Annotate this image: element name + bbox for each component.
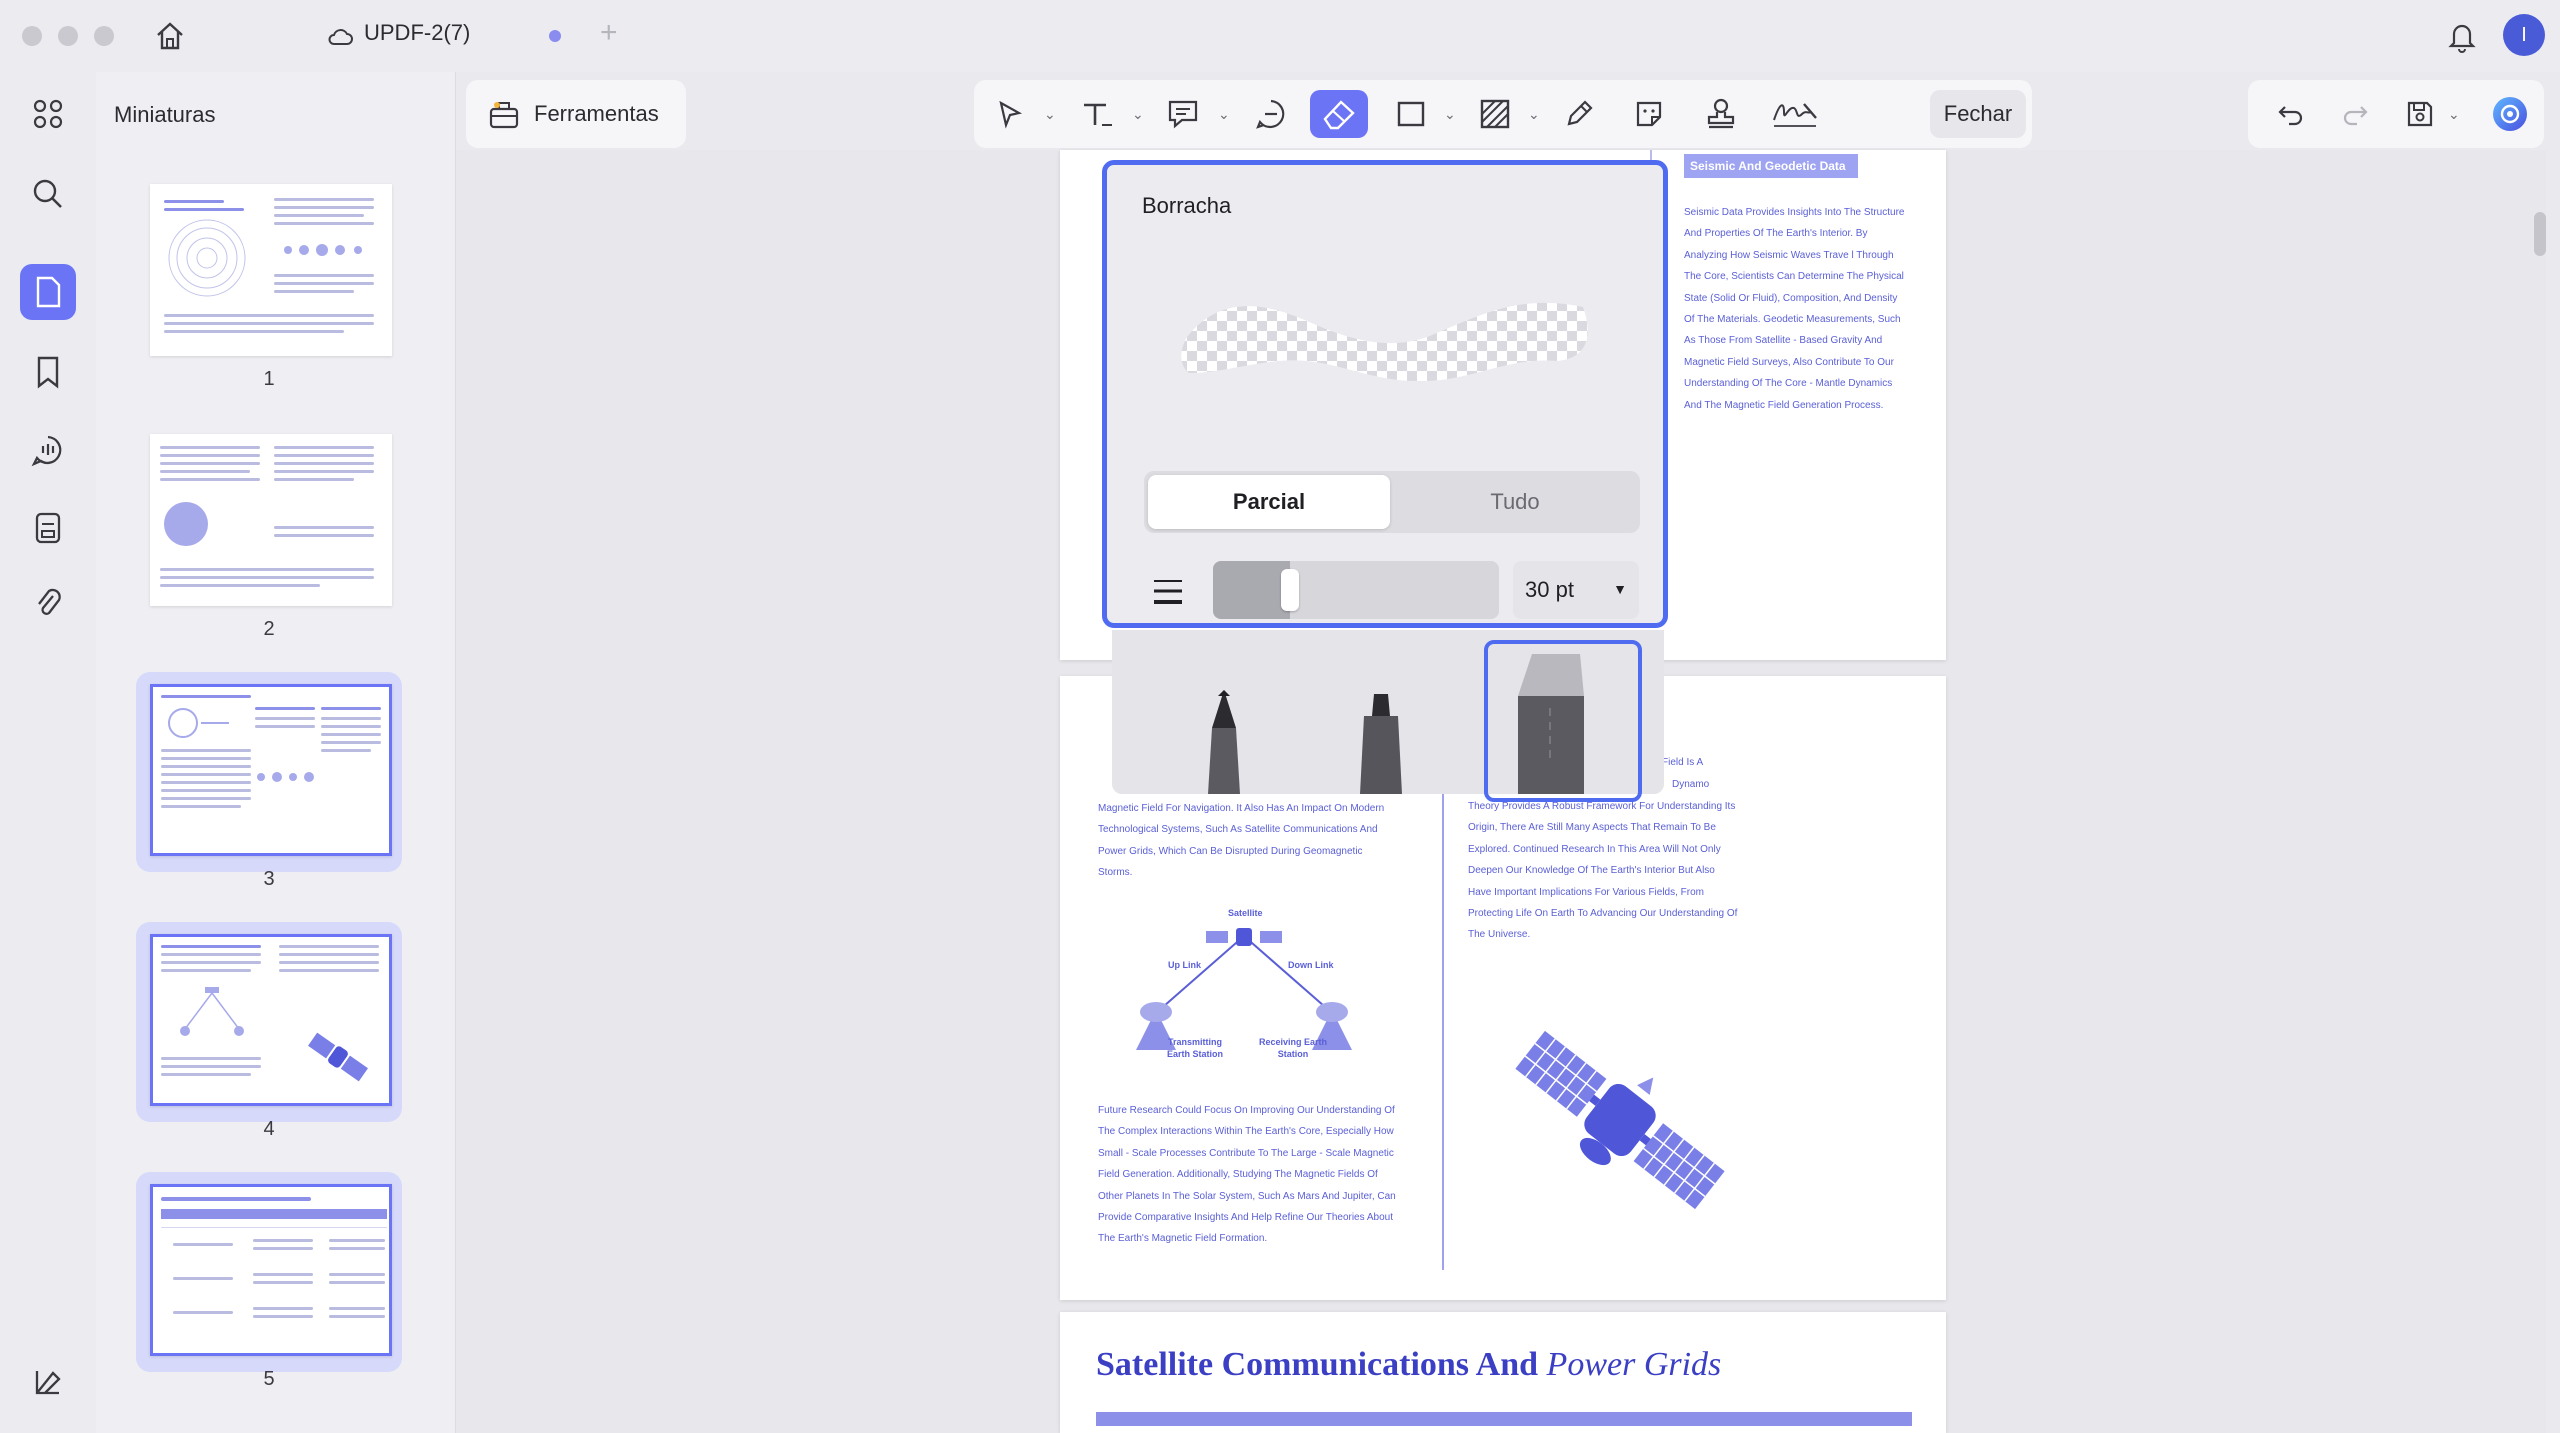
chevron-down-icon[interactable]: ⌄ [2448,106,2460,123]
thumbnail-page-4[interactable]: 4 [136,922,402,1140]
mode-all-button[interactable]: Tudo [1394,475,1636,529]
rectangle-icon[interactable] [1386,90,1436,138]
paragraph-fragment: Field Is A [1662,757,1704,768]
bookmark-icon[interactable] [20,344,76,400]
undo-icon[interactable] [2270,90,2312,138]
thumbnail-image [150,1184,392,1356]
eraser-size-select[interactable]: 30 pt ▼ [1513,561,1639,619]
user-avatar[interactable]: I [2503,14,2545,56]
line-weight-icon [1151,577,1185,612]
thumbnail-page-number: 5 [263,1368,275,1390]
thumbnail-page-number: 1 [263,368,275,390]
future-research-paragraph: Future Research Could Focus On Improving… [1098,1105,1396,1245]
chevron-down-icon[interactable]: ⌄ [1218,106,1230,123]
size-value: 30 pt [1525,577,1574,602]
diagram-label-up-link: Up Link [1168,960,1201,970]
chevron-down-icon[interactable]: ⌄ [1528,106,1540,123]
attachment-icon[interactable] [20,576,76,632]
new-tab-button[interactable]: + [600,16,618,50]
marker-icon[interactable] [1348,692,1414,794]
text-comment-icon[interactable] [1156,90,1210,138]
document-tab-title[interactable]: UPDF-2(7) [364,20,470,46]
ai-assistant-icon[interactable] [2486,90,2534,138]
thumbnail-image [150,184,392,356]
chevron-down-icon[interactable]: ⌄ [1044,106,1056,123]
thumbnails-panel: Miniaturas 1 2 3 4 5 [96,72,536,1433]
thumbnail-page-2[interactable]: 2 [136,422,402,640]
thumbnail-page-number: 3 [263,868,275,890]
bell-icon[interactable] [2442,16,2482,56]
eraser-size-slider[interactable] [1213,561,1499,619]
paragraph-fragment: Dynamo [1672,779,1710,790]
document-scrollbar[interactable] [2534,212,2546,256]
tools-button[interactable]: Ferramentas [466,80,686,148]
thumbnail-image [150,434,392,606]
column-divider [1442,790,1444,1270]
thumbnail-image [150,684,392,856]
table-header-band [1096,1412,1912,1426]
layers-icon[interactable] [20,1354,76,1410]
form-icon[interactable] [20,500,76,556]
diagram-label-satellite: Satellite [1228,908,1263,918]
text-icon[interactable] [1070,90,1124,138]
pen-icon[interactable] [1196,688,1252,794]
sticker-icon[interactable] [1624,90,1674,138]
note-icon[interactable] [1244,90,1298,138]
redo-icon[interactable] [2334,90,2376,138]
pencil-icon[interactable] [1554,90,1604,138]
satellite-link-diagram [1136,928,1352,1050]
minimize-window-button[interactable] [58,26,78,46]
left-rail [0,72,96,1433]
search-icon[interactable] [20,166,76,222]
seismic-paragraph: Seismic Data Provides Insights Into The … [1684,207,1905,411]
unsaved-indicator [549,30,561,42]
thumbnail-page-number: 4 [263,1118,275,1140]
close-window-button[interactable] [22,26,42,46]
satellite-illustration [1515,1030,1725,1210]
hatch-icon[interactable] [1470,90,1520,138]
zoom-window-button[interactable] [94,26,114,46]
slider-handle[interactable] [1281,569,1299,611]
section-badge: Seismic And Geodetic Data [1684,154,1858,178]
thumbnail-image [150,934,392,1106]
dynamo-paragraph: Theory Provides A Robust Framework For U… [1468,801,1738,941]
save-icon[interactable] [2398,90,2442,138]
thumbnail-page-5[interactable]: 5 [136,1172,402,1390]
stamp-icon[interactable] [1696,90,1746,138]
mode-partial-button[interactable]: Parcial [1148,475,1390,529]
popup-title: Borracha [1142,193,1232,218]
close-annotation-button[interactable]: Fechar [1930,90,2026,138]
slider-fill [1213,561,1290,619]
magnetic-field-paragraph: Magnetic Field For Navigation. It Also H… [1098,803,1385,879]
diagram-label-down-link: Down Link [1288,960,1334,970]
selected-tool-highlight [1484,640,1642,802]
panel-title: Miniaturas [114,102,216,127]
eraser-settings-popup: Borracha Parcial Tudo 30 pt ▼ [1102,160,1668,628]
signature-icon[interactable] [1766,90,1826,138]
eraser-preview [1181,302,1588,382]
thumbnail-page-1[interactable]: 1 [136,172,402,390]
home-icon[interactable] [150,18,190,54]
title-bar: UPDF-2(7) + I [0,0,2560,72]
diagram-label-transmitting: Transmitting Earth Station [1166,1037,1223,1059]
toolbox-icon [489,102,519,129]
section-heading: Satellite Communications And Power Grids [1096,1346,1722,1383]
erase-mode-toggle: Parcial Tudo [1144,471,1640,533]
cursor-icon[interactable] [988,90,1032,138]
comment-icon[interactable] [20,422,76,478]
chevron-down-icon: ▼ [1613,581,1627,597]
tools-label: Ferramentas [534,101,659,126]
cloud-icon [326,22,354,50]
thumbnails-grid-icon[interactable] [20,86,76,142]
chevron-down-icon[interactable]: ⌄ [1132,106,1144,123]
right-toolbar: ⌄ [2248,80,2544,148]
eraser-icon[interactable] [1310,90,1368,138]
diagram-label-receiving: Receiving Earth Station [1258,1037,1328,1059]
pages-icon[interactable] [20,264,76,320]
thumbnail-page-number: 2 [263,618,275,640]
thumbnail-page-3[interactable]: 3 [136,672,402,890]
annotation-toolbar: ⌄ ⌄ ⌄ ⌄ ⌄ Fechar [974,80,2032,148]
chevron-down-icon[interactable]: ⌄ [1444,106,1456,123]
